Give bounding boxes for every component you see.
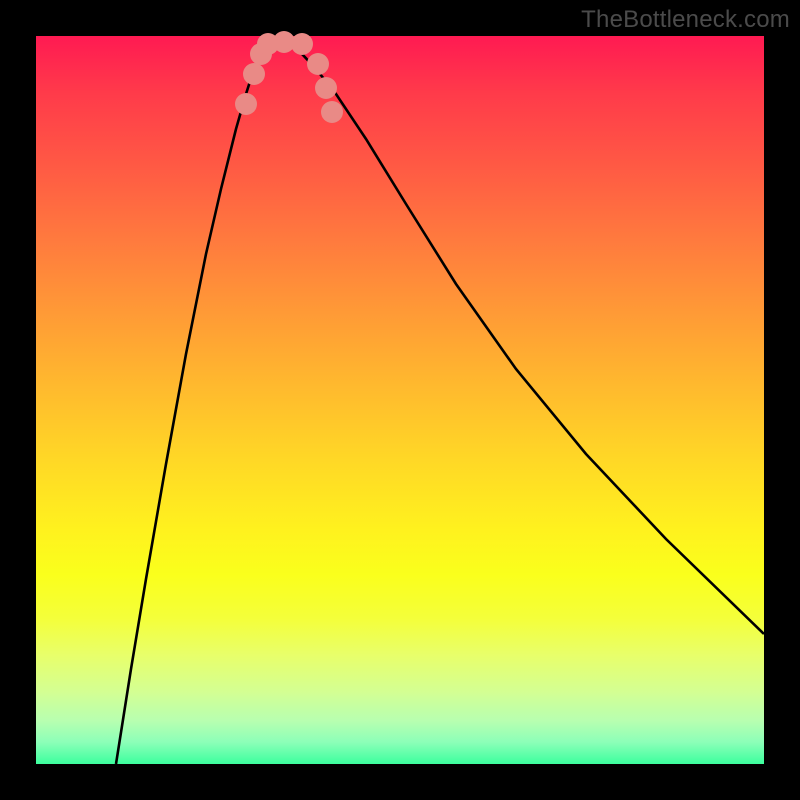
pink-marker xyxy=(307,53,329,75)
chart-frame: TheBottleneck.com xyxy=(0,0,800,800)
watermark-text: TheBottleneck.com xyxy=(581,6,790,34)
curve-svg xyxy=(36,36,764,764)
pink-marker xyxy=(243,63,265,85)
pink-marker xyxy=(321,101,343,123)
pink-marker xyxy=(315,77,337,99)
marker-group xyxy=(235,31,343,123)
plot-area xyxy=(36,36,764,764)
bottleneck-curve xyxy=(116,41,764,764)
pink-marker xyxy=(235,93,257,115)
pink-marker xyxy=(291,33,313,55)
